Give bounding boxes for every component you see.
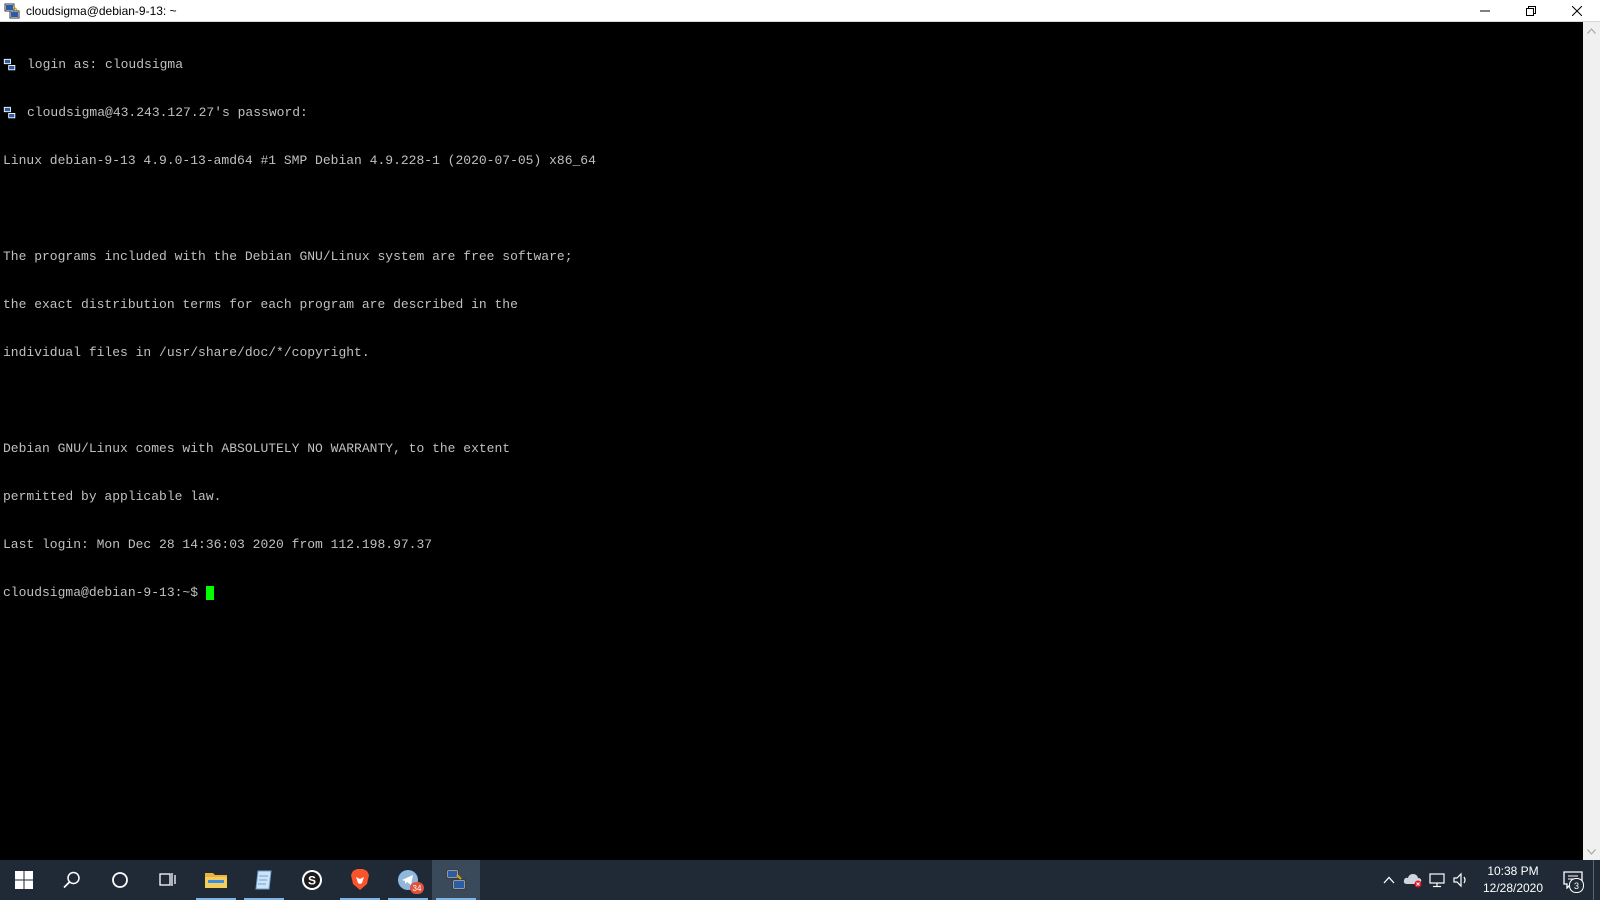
terminal-line: Last login: Mon Dec 28 14:36:03 2020 fro…: [3, 537, 596, 553]
onedrive-status-button[interactable]: [1401, 860, 1425, 900]
taskbar-app-telegram[interactable]: 34: [384, 860, 432, 900]
taskbar: S 34 10:38 PM 12/28/2020 3: [0, 860, 1600, 900]
terminal-line: login as: cloudsigma: [3, 57, 596, 73]
brave-lion-icon: [351, 869, 369, 890]
cortana-circle-icon: [112, 872, 128, 888]
show-hidden-icons-button[interactable]: [1377, 860, 1401, 900]
taskbar-app-notepad[interactable]: [240, 860, 288, 900]
terminal-area[interactable]: login as: cloudsigma cloudsigma@43.243.1…: [0, 22, 1583, 860]
terminal-line: individual files in /usr/share/doc/*/cop…: [3, 345, 596, 361]
cortana-button[interactable]: [96, 860, 144, 900]
putty-icon: [3, 58, 16, 71]
search-icon: [63, 871, 80, 889]
taskbar-app-file-explorer[interactable]: [192, 860, 240, 900]
putty-icon: [4, 3, 20, 18]
task-view-icon: [159, 873, 176, 886]
search-button[interactable]: [48, 860, 96, 900]
minimize-button[interactable]: [1462, 0, 1508, 22]
terminal-cursor: [206, 586, 215, 600]
show-desktop-button[interactable]: [1593, 860, 1600, 900]
window-title: cloudsigma@debian-9-13: ~: [26, 3, 177, 18]
volume-button[interactable]: [1449, 860, 1473, 900]
window-controls: [1462, 0, 1600, 22]
system-tray: 10:38 PM 12/28/2020 3: [1377, 860, 1600, 900]
terminal-line-text: The programs included with the Debian GN…: [3, 249, 573, 264]
terminal-line: The programs included with the Debian GN…: [3, 249, 596, 265]
telegram-unread-badge: 34: [410, 882, 424, 894]
clock-time: 10:38 PM: [1487, 864, 1539, 878]
clock-date: 12/28/2020: [1482, 881, 1544, 895]
terminal-output: login as: cloudsigma cloudsigma@43.243.1…: [3, 25, 596, 633]
scroll-down-button[interactable]: [1583, 843, 1600, 860]
notepad-icon: [255, 870, 272, 890]
terminal-line: the exact distribution terms for each pr…: [3, 297, 596, 313]
scroll-up-button[interactable]: [1583, 22, 1600, 39]
terminal-line-text: permitted by applicable law.: [3, 489, 222, 504]
start-button[interactable]: [0, 860, 48, 900]
terminal-line-text: Debian GNU/Linux comes with ABSOLUTELY N…: [3, 441, 511, 456]
taskbar-app-brave-browser[interactable]: [336, 860, 384, 900]
terminal-line: Linux debian-9-13 4.9.0-13-amd64 #1 SMP …: [3, 153, 596, 169]
window-title-bar[interactable]: cloudsigma@debian-9-13: ~: [0, 0, 1600, 22]
putty-icon: [446, 869, 466, 890]
terminal-line: cloudsigma@43.243.127.27's password:: [3, 105, 596, 121]
notification-count-badge: 3: [1569, 878, 1584, 893]
terminal-line-text: login as: cloudsigma: [27, 57, 184, 72]
terminal-line-text: individual files in /usr/share/doc/*/cop…: [3, 345, 370, 360]
folder-icon: [205, 873, 227, 888]
cloud-error-icon: [1403, 874, 1422, 888]
taskbar-app-skype[interactable]: S: [288, 860, 336, 900]
restore-button[interactable]: [1508, 0, 1554, 22]
action-center-button[interactable]: 3: [1553, 860, 1593, 900]
prompt-line[interactable]: cloudsigma@debian-9-13:~$: [3, 585, 596, 601]
terminal-line: permitted by applicable law.: [3, 489, 596, 505]
terminal-scrollbar[interactable]: [1583, 22, 1600, 860]
network-icon: [1429, 873, 1445, 888]
windows-logo-icon: [15, 871, 33, 889]
taskbar-app-putty[interactable]: [432, 860, 480, 900]
skype-icon: S: [302, 870, 322, 890]
chevron-up-icon: [1587, 27, 1596, 34]
chevron-up-icon: [1383, 876, 1395, 884]
svg-text:S: S: [308, 874, 316, 888]
close-button[interactable]: [1554, 0, 1600, 22]
putty-icon: [3, 106, 16, 119]
restore-icon: [1526, 6, 1536, 16]
terminal-line-text: Last login: Mon Dec 28 14:36:03 2020 fro…: [3, 537, 433, 552]
terminal-line-text: cloudsigma@43.243.127.27's password:: [27, 105, 308, 120]
task-view-button[interactable]: [144, 860, 192, 900]
chevron-down-icon: [1587, 848, 1596, 855]
shell-prompt: cloudsigma@debian-9-13:~$: [3, 585, 199, 600]
terminal-line-text: the exact distribution terms for each pr…: [3, 297, 518, 312]
terminal-line: Debian GNU/Linux comes with ABSOLUTELY N…: [3, 441, 596, 457]
minimize-icon: [1480, 10, 1490, 12]
taskbar-clock[interactable]: 10:38 PM 12/28/2020: [1473, 860, 1553, 900]
speaker-icon: [1453, 872, 1466, 888]
network-button[interactable]: [1425, 860, 1449, 900]
terminal-line-text: Linux debian-9-13 4.9.0-13-amd64 #1 SMP …: [3, 153, 596, 168]
close-icon: [1572, 6, 1582, 16]
